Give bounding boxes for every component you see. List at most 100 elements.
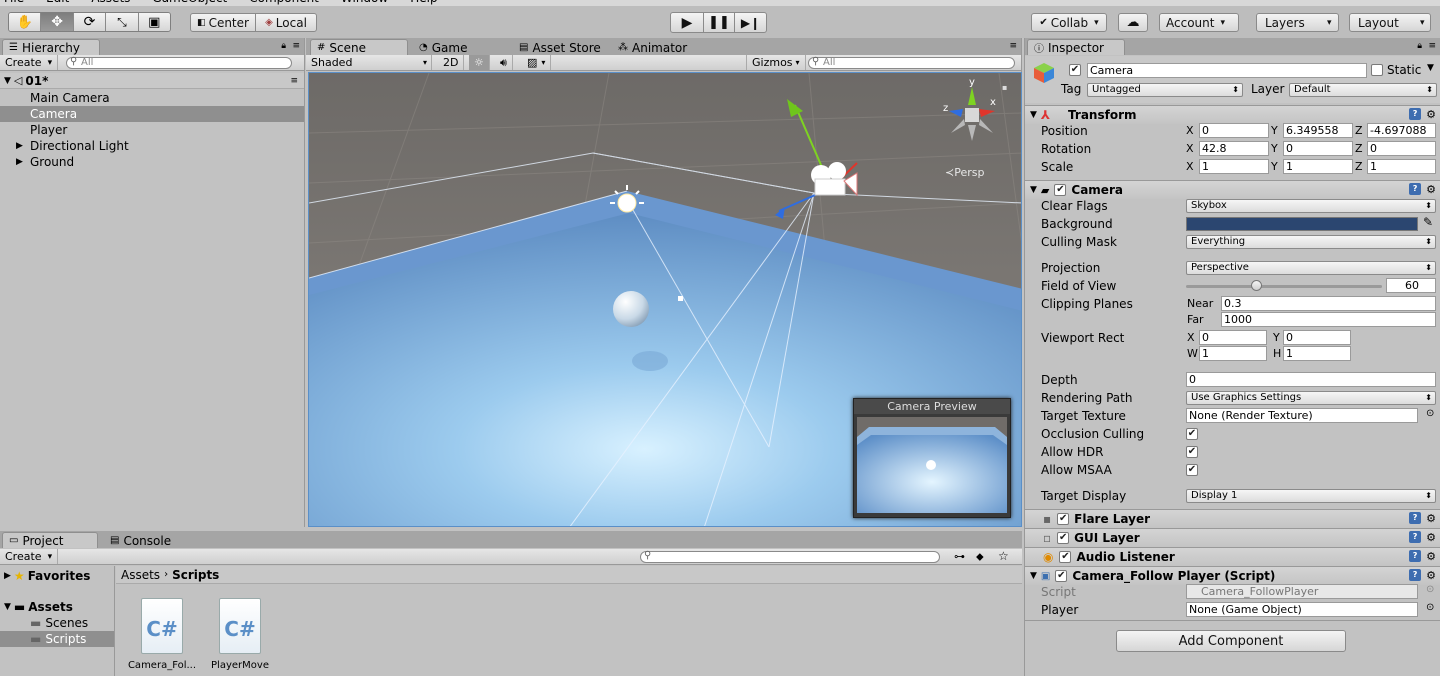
component-header[interactable]: ◉ ✔ Audio Listener? ⚙: [1025, 547, 1440, 566]
culling-mask-dropdown[interactable]: Everything: [1186, 235, 1436, 249]
tab-asset-store[interactable]: ▤ Asset Store: [512, 39, 612, 55]
transform-y-field[interactable]: 1: [1283, 159, 1353, 174]
gizmos-dropdown[interactable]: Gizmos ▾: [746, 55, 806, 70]
pivot-center-button[interactable]: ◧ Center: [190, 13, 256, 32]
gear-icon[interactable]: ⚙: [1426, 512, 1436, 525]
help-book-icon[interactable]: ?: [1409, 550, 1422, 562]
fov-slider-thumb[interactable]: [1250, 280, 1262, 291]
depth-field[interactable]: 0: [1186, 372, 1436, 387]
gear-icon[interactable]: ⚙: [1426, 183, 1436, 196]
favorite-star-icon[interactable]: ☆: [998, 549, 1009, 563]
layers-dropdown[interactable]: Layers: [1256, 13, 1339, 32]
viewport-h-field[interactable]: 1: [1283, 346, 1351, 361]
object-picker-icon[interactable]: ⊙: [1426, 602, 1434, 613]
camera-enabled-checkbox[interactable]: ✔: [1054, 184, 1067, 196]
lock-icon[interactable]: ▪: [1002, 83, 1007, 92]
transform-header[interactable]: ▼ ⅄ Transform ? ⚙: [1025, 105, 1440, 124]
fov-slider-track[interactable]: [1186, 285, 1382, 288]
script-file[interactable]: C# Camera_Fol...: [126, 596, 198, 676]
add-component-button[interactable]: Add Component: [1116, 630, 1346, 652]
allow-hdr-checkbox[interactable]: ✔: [1186, 446, 1198, 458]
gear-icon[interactable]: ⚙: [1426, 550, 1436, 563]
static-checkbox[interactable]: [1371, 64, 1383, 76]
component-enabled-checkbox[interactable]: ✔: [1057, 513, 1070, 525]
orientation-gizmo[interactable]: y x z: [937, 77, 1007, 159]
component-enabled-checkbox[interactable]: ✔: [1059, 551, 1072, 563]
panel-menu-icon[interactable]: ≡: [1428, 41, 1436, 51]
tab-game[interactable]: ◔ Game: [412, 39, 502, 55]
cloud-button[interactable]: ☁: [1118, 13, 1148, 32]
scale-icon[interactable]: ⤡: [106, 13, 139, 31]
help-book-icon[interactable]: ?: [1409, 108, 1422, 120]
viewport-w-field[interactable]: 1: [1199, 346, 1267, 361]
component-header[interactable]: ▪ ✔ Flare Layer? ⚙: [1025, 509, 1440, 528]
target-display-dropdown[interactable]: Display 1: [1186, 489, 1436, 503]
layout-dropdown[interactable]: Layout: [1349, 13, 1431, 32]
transform-x-field[interactable]: 42.8: [1199, 141, 1269, 156]
menu-item-component[interactable]: Component: [249, 0, 319, 5]
gear-icon[interactable]: ⚙: [1426, 108, 1436, 121]
account-dropdown[interactable]: Account: [1159, 13, 1239, 32]
help-book-icon[interactable]: ?: [1409, 531, 1422, 543]
component-header[interactable]: ▫ ✔ GUI Layer? ⚙: [1025, 528, 1440, 547]
project-create-button[interactable]: Create: [0, 549, 59, 564]
occlusion-culling-checkbox[interactable]: ✔: [1186, 428, 1198, 440]
hierarchy-item[interactable]: ▶ Ground: [0, 154, 304, 170]
clear-flags-dropdown[interactable]: Skybox: [1186, 199, 1436, 213]
menu-item-file[interactable]: File: [4, 0, 24, 5]
transform-y-field[interactable]: 6.349558: [1283, 123, 1353, 138]
assets-item[interactable]: ▼ ▬ Assets: [0, 599, 114, 615]
lock-icon[interactable]: 🔒︎: [281, 41, 286, 51]
help-book-icon[interactable]: ?: [1409, 183, 1422, 195]
far-field[interactable]: 1000: [1221, 312, 1436, 327]
static-dropdown-icon[interactable]: ▼: [1427, 63, 1434, 73]
background-color-swatch[interactable]: [1186, 217, 1418, 231]
menu-item-assets[interactable]: Assets: [91, 0, 130, 5]
player-field[interactable]: None (Game Object): [1186, 602, 1418, 617]
help-book-icon[interactable]: ?: [1409, 512, 1422, 524]
scene-root[interactable]: ▼ ◁ 01* ≡: [0, 73, 304, 89]
pivot-local-button[interactable]: ◈ Local: [255, 13, 317, 32]
favorites-item[interactable]: ▶ ★ Favorites: [0, 568, 114, 584]
shading-dropdown[interactable]: Shaded ▾: [306, 55, 432, 70]
transform-z-field[interactable]: -4.697088: [1367, 123, 1436, 138]
tab-scene[interactable]: # Scene: [310, 39, 408, 55]
hierarchy-create-button[interactable]: Create: [0, 55, 59, 70]
menu-item-edit[interactable]: Edit: [46, 0, 69, 5]
breadcrumb-assets[interactable]: Assets: [121, 568, 160, 582]
hierarchy-item[interactable]: ▶ Directional Light: [0, 138, 304, 154]
transform-x-field[interactable]: 1: [1199, 159, 1269, 174]
panel-menu-icon[interactable]: ≡: [1009, 41, 1017, 51]
move-icon[interactable]: ✥: [41, 13, 74, 31]
filter-label-icon[interactable]: ⬥: [976, 550, 984, 564]
tag-dropdown[interactable]: Untagged: [1087, 83, 1243, 97]
scene-search-input[interactable]: All: [808, 57, 1015, 69]
viewport-y-field[interactable]: 0: [1283, 330, 1351, 345]
tab-project[interactable]: ▭ Project: [2, 532, 98, 548]
help-book-icon[interactable]: ?: [1409, 569, 1422, 581]
lock-icon[interactable]: 🔒︎: [1417, 41, 1422, 51]
eyedropper-icon[interactable]: ✎: [1423, 215, 1433, 229]
target-texture-field[interactable]: None (Render Texture): [1186, 408, 1418, 423]
gear-icon[interactable]: ⚙: [1426, 531, 1436, 544]
breadcrumb-scripts[interactable]: Scripts: [172, 568, 219, 582]
tab-hierarchy[interactable]: ☰ Hierarchy: [2, 39, 100, 55]
effects-dropdown[interactable]: ▨ ▾: [522, 55, 552, 70]
scene-menu-icon[interactable]: ≡: [290, 76, 298, 86]
hierarchy-item[interactable]: Main Camera: [0, 90, 304, 106]
rotate-icon[interactable]: ⟳: [73, 13, 107, 31]
rect-icon[interactable]: ▣: [138, 13, 170, 31]
lighting-toggle[interactable]: ☼: [469, 55, 490, 70]
hierarchy-search-input[interactable]: All: [66, 57, 292, 69]
hierarchy-item[interactable]: Player: [0, 122, 304, 138]
transform-y-field[interactable]: 0: [1283, 141, 1353, 156]
object-picker-icon[interactable]: ⊙: [1426, 408, 1434, 419]
allow-msaa-checkbox[interactable]: ✔: [1186, 464, 1198, 476]
transform-z-field[interactable]: 1: [1367, 159, 1436, 174]
audio-toggle[interactable]: 🔊︎: [495, 55, 513, 70]
step-button[interactable]: ▶❙: [734, 12, 767, 33]
near-field[interactable]: 0.3: [1221, 296, 1436, 311]
panel-menu-icon[interactable]: ≡: [292, 41, 300, 51]
mode-2d-toggle[interactable]: 2D: [438, 55, 465, 70]
hierarchy-item[interactable]: Camera: [0, 106, 304, 122]
